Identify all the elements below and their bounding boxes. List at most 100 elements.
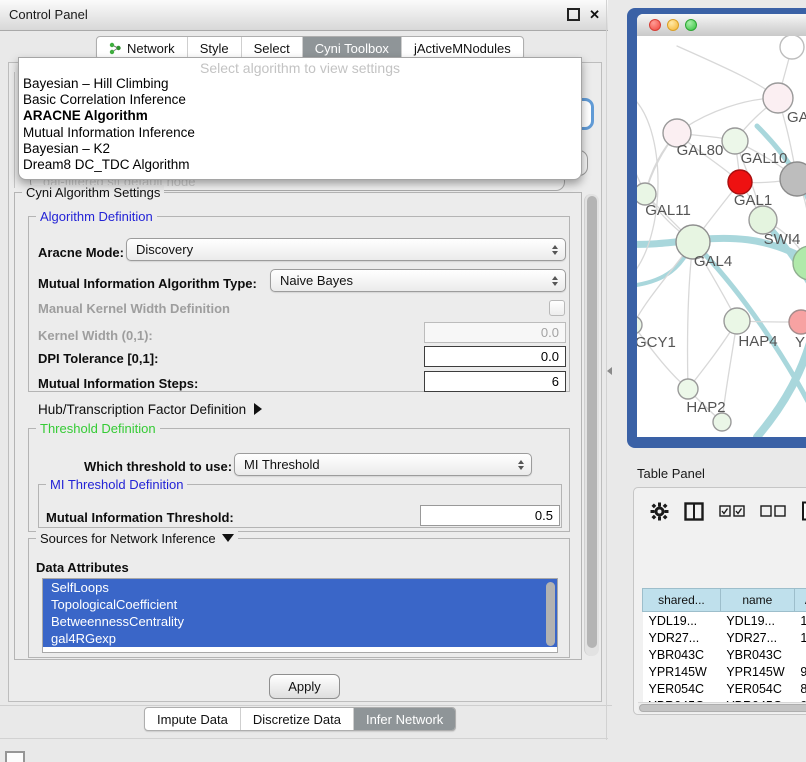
table-cell[interactable] [794, 646, 806, 663]
tab-infer-network-label: Infer Network [366, 712, 443, 727]
gear-icon[interactable] [650, 502, 669, 521]
tab-select-label: Select [254, 41, 290, 56]
which-threshold-label: Which threshold to use: [84, 459, 232, 474]
table-cell[interactable]: 13 [794, 612, 806, 630]
node-gray[interactable] [780, 162, 806, 196]
sources-group-title[interactable]: Sources for Network Inference [36, 531, 238, 546]
attribute-item-gal4rgexp[interactable]: gal4RGexp [43, 630, 557, 647]
page-icon[interactable] [801, 501, 806, 521]
table-scrollbar-thumb[interactable] [639, 704, 806, 712]
expanded-arrow-icon [222, 534, 234, 542]
table-row[interactable]: YER054CYER054C8. [643, 680, 806, 697]
node-table: shared...nameA YDL19...YDL19...13YDR27..… [642, 588, 806, 703]
tab-style[interactable]: Style [187, 37, 241, 59]
algorithm-option-dream8-dc-tdc-algorithm[interactable]: Dream8 DC_TDC Algorithm [19, 157, 581, 173]
table-row[interactable]: YBR043CYBR043C [643, 646, 806, 663]
columns-icon[interactable] [684, 502, 704, 521]
mi-threshold-field[interactable]: 0.5 [420, 505, 560, 526]
zoom-traffic-light-icon[interactable] [685, 19, 697, 31]
mi-steps-field[interactable]: 6 [424, 371, 566, 392]
table-cell[interactable]: YDR27... [643, 629, 721, 646]
algorithm-option-aracne-algorithm[interactable]: ARACNE Algorithm [19, 108, 581, 124]
SWI4-node[interactable] [749, 206, 777, 234]
attributes-list-scrollbar[interactable] [546, 582, 555, 646]
node-label-gal10: GAL10 [741, 150, 788, 167]
mi-algorithm-type-select[interactable]: Naive Bayes [270, 269, 566, 292]
attribute-item-betweennesscentrality[interactable]: BetweennessCentrality [43, 613, 557, 630]
table-row[interactable]: YDR27...YDR27...12 [643, 629, 806, 646]
table-horizontal-scrollbar[interactable] [638, 702, 806, 713]
table-cell[interactable]: YER054C [643, 680, 721, 697]
minimize-traffic-light-icon[interactable] [667, 19, 679, 31]
tab-impute-data[interactable]: Impute Data [145, 708, 240, 730]
network-edge [677, 46, 778, 98]
table-cell[interactable]: YER054C [720, 680, 794, 697]
table-cell[interactable]: YDR27... [720, 629, 794, 646]
hub-definition-toggle[interactable]: Hub/Transcription Factor Definition [38, 402, 262, 417]
column-header-shared[interactable]: shared... [643, 589, 721, 612]
tab-network[interactable]: Network [97, 37, 187, 59]
node[interactable] [780, 36, 804, 59]
dpi-tolerance-field[interactable]: 0.0 [424, 346, 566, 367]
manual-kernel-width-label: Manual Kernel Width Definition [38, 301, 230, 316]
node-pink-right[interactable] [789, 310, 806, 334]
table-cell[interactable]: YBR043C [720, 646, 794, 663]
kernel-width-field[interactable]: 0.0 [424, 322, 566, 343]
table-row[interactable]: YDL19...YDL19...13 [643, 612, 806, 630]
unchecked-boxes-icon[interactable] [760, 505, 786, 517]
which-threshold-select[interactable]: MI Threshold [234, 453, 532, 476]
algorithm-option-mutual-information-inference[interactable]: Mutual Information Inference [19, 125, 581, 141]
table-cell[interactable]: YPR145W [720, 663, 794, 680]
aracne-mode-select[interactable]: Discovery [126, 238, 566, 261]
algorithm-option-bayesian-hill-climbing[interactable]: Bayesian – Hill Climbing [19, 76, 581, 92]
split-pane-collapse-arrow[interactable] [607, 367, 612, 375]
HAP4-node[interactable] [724, 308, 750, 334]
close-icon[interactable]: ✕ [589, 8, 600, 21]
GAL1-node[interactable] [728, 170, 752, 194]
table-cell[interactable]: YBR043C [643, 646, 721, 663]
panel-edge [0, 738, 608, 739]
float-icon[interactable] [567, 8, 580, 21]
docked-panel-icon[interactable] [5, 751, 25, 762]
combo-arrows-icon [518, 454, 524, 475]
column-header-a[interactable]: A [794, 589, 806, 612]
tab-infer-network[interactable]: Infer Network [353, 708, 455, 730]
attribute-item-topologicalcoefficient[interactable]: TopologicalCoefficient [43, 596, 557, 613]
close-traffic-light-icon[interactable] [649, 19, 661, 31]
tab-cyni-toolbox[interactable]: Cyni Toolbox [302, 37, 401, 59]
tab-select[interactable]: Select [241, 37, 302, 59]
attribute-item-selfloops[interactable]: SelfLoops [43, 579, 557, 596]
manual-kernel-width-checkbox[interactable] [549, 300, 565, 316]
table-cell[interactable]: 9. [794, 663, 806, 680]
tab-discretize-data[interactable]: Discretize Data [240, 708, 353, 730]
table-cell[interactable]: YDL19... [720, 612, 794, 630]
settings-scrollbar-thumb[interactable] [587, 196, 597, 648]
table-scroll-area[interactable]: shared...nameA YDL19...YDL19...13YDR27..… [638, 538, 806, 703]
tab-jactivemnodules[interactable]: jActiveMNodules [401, 37, 523, 59]
HAP2-node[interactable] [678, 379, 698, 399]
table-cell[interactable]: 12 [794, 629, 806, 646]
data-attributes-list[interactable]: SelfLoopsTopologicalCoefficientBetweenne… [42, 578, 558, 653]
settings-scrollbar[interactable] [584, 194, 599, 656]
tab-discretize-data-label: Discretize Data [253, 712, 341, 727]
node-left-cut[interactable] [637, 316, 642, 334]
dpi-tolerance-label: DPI Tolerance [0,1]: [38, 351, 158, 366]
checked-boxes-icon[interactable] [719, 505, 745, 517]
column-header-name[interactable]: name [720, 589, 794, 612]
network-window-titlebar[interactable] [637, 14, 806, 37]
algorithm-option-basic-correlation-inference[interactable]: Basic Correlation Inference [19, 92, 581, 108]
tab-network-label: Network [127, 41, 175, 56]
aracne-mode-value: Discovery [136, 242, 193, 257]
application-window: Control Panel ✕ Network Style Select Cyni T… [0, 0, 806, 762]
table-cell[interactable]: YDL19... [643, 612, 721, 630]
network-canvas[interactable]: GALGAL80GAL10GAL1SWI4GAL11GAL4GCY1HAP4YH… [637, 36, 806, 437]
node-label-gal4: GAL4 [694, 253, 732, 270]
table-cell[interactable]: YPR145W [643, 663, 721, 680]
algorithm-option-bayesian-k2[interactable]: Bayesian – K2 [19, 141, 581, 157]
table-cell[interactable]: 8. [794, 680, 806, 697]
table-row[interactable]: YPR145WYPR145W9. [643, 663, 806, 680]
tab-style-label: Style [200, 41, 229, 56]
control-panel-titlebar: Control Panel ✕ [0, 0, 608, 31]
aracne-mode-label: Aracne Mode: [38, 245, 124, 260]
apply-button[interactable]: Apply [269, 674, 340, 699]
